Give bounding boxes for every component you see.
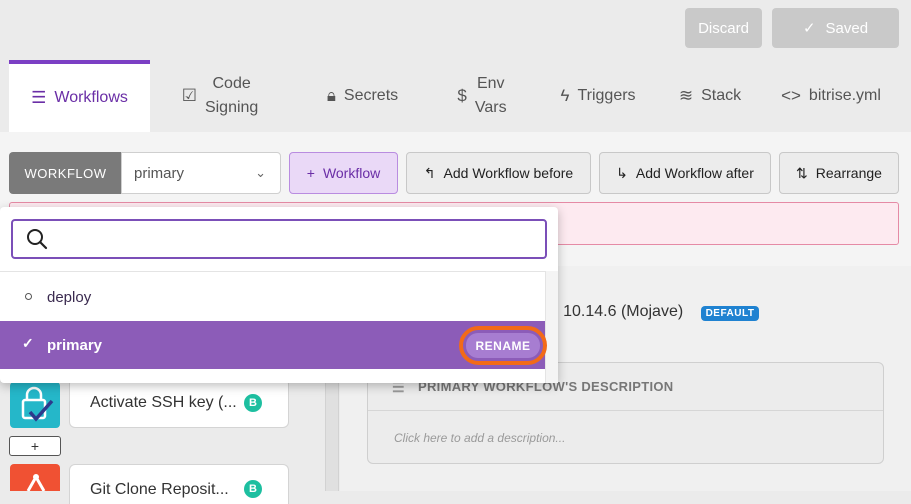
- dollar-icon: $: [457, 86, 467, 105]
- ssh-key-step-icon: [10, 382, 60, 428]
- option-label: primary: [47, 336, 103, 354]
- step-label: Git Clone Reposit...: [90, 481, 229, 498]
- tab-bar: ☰ Workflows ☑ Code Signing 🔒︎ Secrets $ E…: [0, 60, 911, 132]
- discard-button[interactable]: Discard: [685, 8, 762, 48]
- tab-label: Code Signing: [204, 75, 259, 116]
- tab-bitrise-yml[interactable]: <> bitrise.yml: [770, 60, 892, 132]
- edit-square-icon: ☑: [181, 86, 197, 105]
- saved-label: Saved: [825, 19, 869, 37]
- tab-label: Triggers: [577, 87, 636, 104]
- tab-label: bitrise.yml: [808, 87, 881, 104]
- rearrange-button[interactable]: ⇅ Rearrange: [779, 152, 899, 194]
- check-icon: ✓: [802, 20, 816, 37]
- tab-code-signing[interactable]: ☑ Code Signing: [160, 60, 280, 132]
- tab-label: Workflows: [54, 89, 128, 106]
- verified-badge-icon: B: [244, 480, 262, 498]
- add-workflow-button[interactable]: + Workflow: [289, 152, 398, 194]
- rename-button[interactable]: RENAME: [466, 333, 540, 358]
- discard-label: Discard: [698, 19, 749, 37]
- option-label: deploy: [47, 288, 92, 306]
- workflow-select[interactable]: primary ⌄: [121, 152, 281, 194]
- plus-icon: +: [306, 165, 315, 181]
- tab-label: Secrets: [343, 87, 399, 104]
- stack-label: S 10.14.6 (Mojave): [548, 303, 684, 320]
- rearrange-label: Rearrange: [815, 165, 882, 181]
- check-icon: ✓: [22, 335, 34, 351]
- rearrange-icon: ⇅: [796, 164, 808, 181]
- dropdown-scrollbar[interactable]: [545, 271, 558, 383]
- tab-env-vars[interactable]: $ Env Vars: [432, 60, 532, 132]
- add-step-label: +: [30, 438, 40, 454]
- workflow-label: WORKFLOW: [9, 152, 122, 194]
- lightning-icon: ϟ: [560, 86, 570, 105]
- verified-badge-icon: B: [244, 394, 262, 412]
- step-label: Activate SSH key (...: [90, 394, 237, 411]
- dropdown-separator: [0, 271, 545, 272]
- bullet-icon: [25, 293, 32, 300]
- saved-button[interactable]: ✓ Saved: [772, 8, 899, 48]
- code-icon: <>: [781, 86, 801, 105]
- add-before-label: Add Workflow before: [443, 165, 574, 181]
- add-workflow-before-button[interactable]: ↰ Add Workflow before: [406, 152, 591, 194]
- description-input[interactable]: Click here to add a description...: [394, 431, 565, 445]
- chevron-down-icon: ⌄: [255, 165, 266, 180]
- git-clone-step-icon: [10, 464, 60, 491]
- arrow-down-right-icon: ↳: [616, 164, 628, 181]
- search-icon: [27, 229, 48, 250]
- workflow-option-deploy[interactable]: deploy: [0, 273, 545, 321]
- tab-workflows[interactable]: ☰ Workflows: [9, 60, 150, 132]
- workflow-option-primary[interactable]: ✓ primary: [0, 321, 545, 369]
- default-badge: DEFAULT: [701, 306, 759, 321]
- add-workflow-label: Workflow: [322, 165, 381, 181]
- lock-icon: 🔒︎: [326, 86, 336, 105]
- layers-icon: ≋: [678, 86, 694, 105]
- add-workflow-after-button[interactable]: ↳ Add Workflow after: [599, 152, 771, 194]
- tab-label: Stack: [701, 87, 742, 104]
- workflow-search-input[interactable]: [11, 219, 547, 259]
- list-icon: ☰: [31, 88, 47, 107]
- tab-triggers[interactable]: ϟ Triggers: [548, 60, 648, 132]
- add-after-label: Add Workflow after: [635, 165, 754, 181]
- workflow-select-value: primary: [134, 164, 185, 182]
- add-step-button[interactable]: +: [9, 436, 61, 456]
- tab-stack[interactable]: ≋ Stack: [664, 60, 756, 132]
- tab-secrets[interactable]: 🔒︎ Secrets: [310, 60, 415, 132]
- arrow-up-left-icon: ↰: [423, 164, 436, 181]
- tab-label: Env Vars: [474, 75, 507, 116]
